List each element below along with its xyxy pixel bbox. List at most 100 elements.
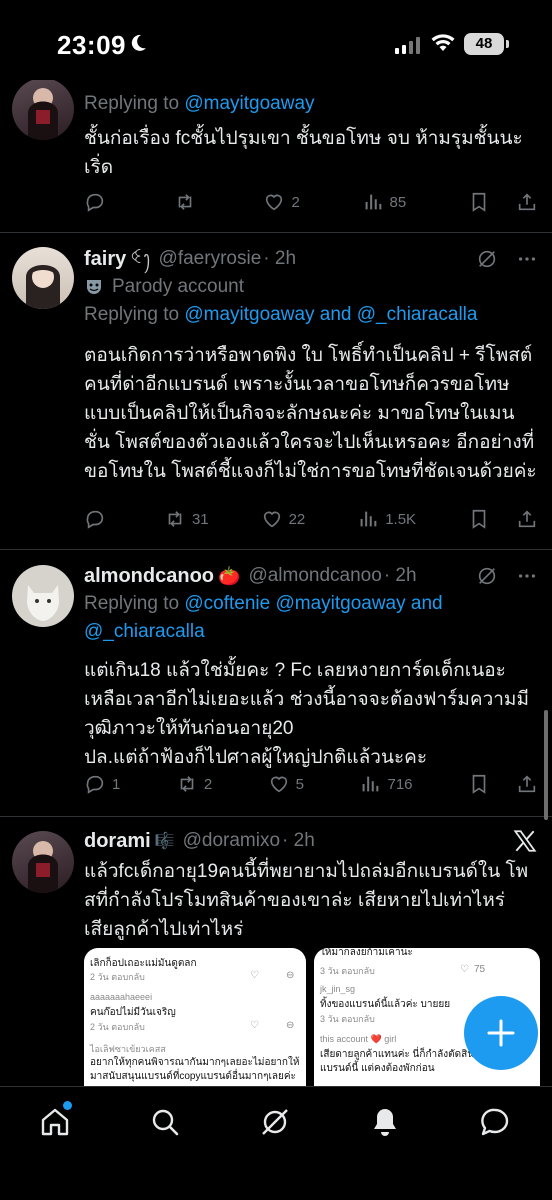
do-not-disturb-moon-icon — [131, 34, 146, 51]
post-actions: 31 22 1.5K — [84, 506, 538, 532]
like-button[interactable]: 22 — [261, 508, 305, 530]
user-handle[interactable]: @almondcanoo — [248, 565, 381, 587]
post-almondcanoo[interactable]: almondcanoo 🍅 @almondcanoo · 2h Replying… — [0, 550, 552, 816]
post-text-line: ปล.แต่ถ้าฟ้องก็ไปศาลผู้ใหญ่ปกติแล้วนะคะ — [84, 747, 428, 768]
replying-to: Replying to @mayitgoaway and @_chiaracal… — [84, 304, 478, 325]
more-options-icon[interactable] — [516, 565, 538, 587]
avatar[interactable] — [12, 831, 74, 893]
bookmark-button[interactable] — [468, 508, 490, 530]
post-text-line: เหลือเวลาอีกไม่เยอะแล้ว ช่วงนี้อาจจะต้อง… — [84, 689, 529, 739]
repost-icon — [168, 511, 182, 527]
reply-button[interactable] — [84, 191, 112, 213]
comment-meta: 3 วัน ตอบกลับ — [320, 966, 375, 976]
grok-icon[interactable] — [258, 1105, 292, 1139]
share-button[interactable] — [516, 191, 538, 213]
mention-link[interactable]: @mayitgoaway — [184, 93, 314, 114]
comment-dislike-icon: ⊖ — [286, 970, 295, 981]
avatar[interactable] — [12, 247, 74, 309]
repost-button[interactable] — [174, 191, 202, 213]
views-button[interactable]: 85 — [362, 191, 406, 213]
heart-icon — [266, 194, 283, 211]
comment-meta: 3 วัน ตอบกลับ — [320, 1014, 375, 1024]
comment-heart-icon: ♡ — [250, 1020, 259, 1031]
messages-icon[interactable] — [478, 1105, 512, 1139]
status-time: 23:09 — [57, 30, 126, 60]
music-score-emoji: 🎼 — [154, 833, 175, 850]
compose-post-button[interactable] — [464, 996, 538, 1070]
user-handle[interactable]: @faeryrosie — [159, 248, 262, 270]
repost-icon — [180, 776, 194, 792]
tomato-emoji: 🍅 — [218, 565, 241, 586]
mention-link[interactable]: @_chiaracalla — [84, 621, 205, 642]
user-handle[interactable]: @doramixo — [183, 830, 280, 852]
comment-text: อยากให้ทุกคนพิจารณากันมากๆเลยอะไม่อยากให… — [90, 1057, 300, 1068]
repost-icon — [178, 194, 192, 210]
comment-like-count: 75 — [474, 964, 486, 975]
avatar[interactable] — [12, 565, 74, 627]
post-reply-1[interactable]: Replying to @mayitgoaway ชั้นก่อเรื่อง f… — [0, 78, 552, 232]
like-button[interactable]: 2 — [263, 191, 300, 213]
comment-text: คนก๊อปไม่มีวันเจริญ — [90, 1007, 176, 1018]
reply-button[interactable] — [84, 508, 112, 530]
reply-icon — [86, 775, 104, 794]
reply-icon — [86, 510, 104, 529]
heart-icon — [263, 511, 280, 528]
replying-to: Replying to @mayitgoaway — [84, 93, 315, 114]
bookmark-button[interactable] — [468, 191, 490, 213]
post-text: แต่เกิน18 แล้วใช่มั้ยคะ ? Fc เลยหงายการ์… — [84, 656, 538, 772]
search-icon[interactable] — [148, 1105, 182, 1139]
x-logo-icon[interactable] — [512, 828, 538, 854]
mention-link[interactable]: @coftenie @mayitgoaway and — [184, 593, 442, 614]
avatar[interactable] — [12, 78, 74, 140]
cellular-signal-icon — [395, 36, 420, 54]
grok-icon[interactable] — [476, 248, 498, 270]
grok-icon[interactable] — [476, 565, 498, 587]
display-name[interactable]: almondcanoo — [84, 565, 214, 588]
post-actions: 1 2 5 716 — [84, 771, 538, 797]
bookmark-icon — [472, 509, 486, 529]
display-name[interactable]: dorami — [84, 830, 151, 853]
replying-to: Replying to @coftenie @mayitgoaway and — [84, 593, 443, 614]
display-name[interactable]: fairy — [84, 248, 126, 271]
analytics-icon — [365, 194, 381, 210]
post-time: · 2h — [383, 565, 417, 586]
views-button[interactable]: 716 — [359, 773, 413, 795]
repost-button[interactable]: 31 — [164, 508, 209, 530]
comment-text: ให้มากลงยก้ามเคานะ — [320, 948, 413, 958]
bookmark-button[interactable] — [468, 773, 490, 795]
post-text-line: แต่เกิน18 แล้วใช่มั้ยคะ ? Fc เลยหงายการ์… — [84, 660, 506, 681]
heart-icon — [270, 776, 287, 793]
battery-nub — [506, 40, 509, 48]
repost-button[interactable]: 2 — [176, 773, 212, 795]
notifications-bell-icon[interactable] — [368, 1105, 402, 1139]
views-button[interactable]: 1.5K — [357, 508, 416, 530]
comment-user: this account ❤️ girl — [320, 1034, 397, 1044]
comment-heart-icon: ♡ — [460, 964, 469, 975]
share-button[interactable] — [516, 508, 538, 530]
comment-text: เสียดายลูกค้าแทนค่ะ นี่ก็กำลังตัดสินใ — [320, 1049, 479, 1060]
replying-to-cont: @_chiaracalla — [84, 618, 538, 646]
comment-user: aaaaaaahaeeei — [90, 992, 153, 1002]
comment-meta: 2 วัน ตอบกลับ — [90, 1022, 145, 1032]
post-fairy[interactable]: fairy ꒊꫂ @faeryrosie · 2h Parody account… — [0, 233, 552, 549]
home-icon[interactable] — [38, 1105, 72, 1139]
more-options-icon[interactable] — [516, 248, 538, 270]
reply-button[interactable]: 1 — [84, 773, 120, 795]
post-actions: 2 85 — [84, 189, 538, 215]
scrollbar[interactable] — [544, 710, 548, 820]
comment-text: ทิ้งของแบรนด์นี้แล้วค่ะ บายยย — [320, 999, 451, 1010]
theater-mask-icon — [87, 280, 101, 294]
bottom-nav — [0, 1086, 552, 1200]
share-button[interactable] — [516, 773, 538, 795]
like-button[interactable]: 5 — [268, 773, 304, 795]
mention-link[interactable]: @mayitgoaway and @_chiaracalla — [184, 304, 477, 325]
analytics-icon — [360, 511, 377, 527]
post-text: แล้วfcเด็กอายุ19คนนี้ที่พยายามไปถล่มอีกแ… — [84, 861, 529, 940]
reply-icon — [86, 193, 104, 212]
media-image-left[interactable]: เลิกก็อปเถอะแม่มันดูตลก 2 วัน ตอบกลับ ♡ … — [84, 948, 306, 1088]
comment-text: มาสนับสนุนแบรนด์ที่copyแบรนด์อื่นมากๆเลย… — [90, 1071, 296, 1082]
comment-dislike-icon: ⊖ — [286, 1020, 295, 1031]
battery-indicator: 48 — [464, 33, 504, 55]
name-decoration: ꒊꫂ — [130, 250, 151, 267]
comment-text: เลิกก็อปเถอะแม่มันดูตลก — [90, 958, 197, 969]
